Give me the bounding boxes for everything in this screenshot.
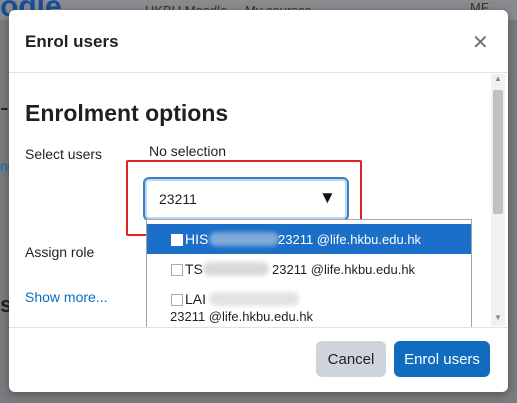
show-more-link[interactable]: Show more... — [25, 289, 107, 305]
select-users-label: Select users — [25, 146, 103, 162]
user-email: 23211 @life.hkbu.edu.hk — [272, 262, 416, 277]
modal-scrollbar-thumb[interactable] — [493, 90, 503, 214]
enrol-users-modal: Enrol users ✕ Enrolment options Select u… — [9, 10, 508, 392]
cancel-button[interactable]: Cancel — [316, 341, 386, 377]
redacted-blur — [203, 262, 269, 276]
scroll-up-icon[interactable]: ▲ — [494, 74, 502, 83]
enrol-users-button[interactable]: Enrol users — [394, 341, 490, 377]
list-item[interactable]: TS 23211 @life.hkbu.edu.hk — [147, 254, 471, 284]
user-name: HIS — [185, 231, 209, 247]
user-email: 23211 @life.hkbu.edu.hk — [278, 232, 422, 247]
modal-header: Enrol users ✕ — [9, 10, 508, 73]
redacted-blur — [209, 292, 299, 306]
list-item[interactable]: HIS 23211 @life.hkbu.edu.hk — [147, 224, 471, 254]
close-icon[interactable]: ✕ — [472, 30, 489, 55]
background-heading-fragment: - — [0, 92, 9, 122]
user-avatar-icon — [171, 294, 183, 306]
section-title: Enrolment options — [25, 100, 229, 126]
no-selection-text: No selection — [149, 143, 227, 159]
redacted-blur — [209, 232, 279, 246]
modal-footer: Cancel Enrol users — [9, 327, 508, 392]
user-name: TS — [185, 261, 203, 277]
user-avatar-icon — [171, 234, 183, 246]
user-name: LAI — [185, 291, 207, 307]
scroll-down-icon[interactable]: ▼ — [494, 313, 502, 322]
modal-title: Enrol users — [25, 32, 119, 51]
user-suggestions-list: HIS 23211 @life.hkbu.edu.hk TS 23211 @li… — [146, 219, 472, 327]
user-avatar-icon — [171, 264, 183, 276]
user-email-continued: 23211 @life.hkbu.edu.hk — [170, 309, 314, 324]
modal-body: Enrolment options Select users No select… — [9, 73, 508, 327]
assign-role-label: Assign role — [25, 244, 95, 260]
